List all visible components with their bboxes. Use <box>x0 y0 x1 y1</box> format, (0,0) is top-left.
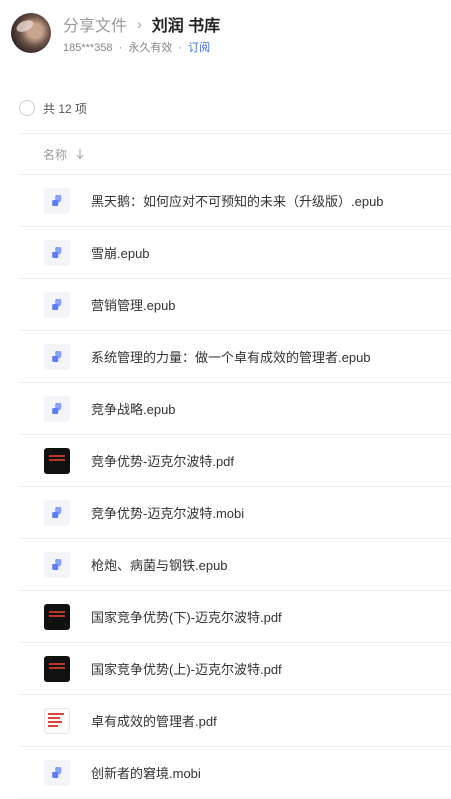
file-name[interactable]: 竞争优势-迈克尔波特.mobi <box>91 503 244 522</box>
file-row[interactable]: 枪炮、病菌与钢铁.epub <box>19 539 451 591</box>
cover-stripe <box>49 663 65 665</box>
page-title: 刘润 书库 <box>151 18 221 35</box>
file-name[interactable]: 国家竞争优势(上)-迈克尔波特.pdf <box>91 659 282 678</box>
file-name[interactable]: 雪崩.epub <box>91 243 150 262</box>
sort-arrow-down-icon <box>76 149 84 160</box>
cover-stripe <box>49 455 65 457</box>
cover-stripe <box>49 667 65 669</box>
owner-phone: 185***358 <box>63 42 113 54</box>
select-all-checkbox[interactable] <box>19 100 35 116</box>
file-link-icon <box>44 240 70 266</box>
file-row[interactable]: 雪崩.epub <box>19 227 451 279</box>
breadcrumb: 分享文件 › 刘润 书库 <box>63 13 220 35</box>
cover-text-line <box>48 725 58 727</box>
file-row[interactable]: 卓有成效的管理者.pdf <box>19 695 451 747</box>
file-name[interactable]: 系统管理的力量：做一个卓有成效的管理者.epub <box>91 347 371 366</box>
file-link-icon <box>44 188 70 214</box>
share-meta: 185***358 · 永久有效 · 订阅 <box>63 39 210 55</box>
cover-text-line <box>48 721 62 723</box>
file-link-icon <box>44 292 70 318</box>
cover-stripe <box>49 611 65 613</box>
file-row[interactable]: 国家竞争优势(下)-迈克尔波特.pdf <box>19 591 451 643</box>
divider <box>19 133 451 134</box>
file-row[interactable]: 国家竞争优势(上)-迈克尔波特.pdf <box>19 643 451 695</box>
file-name[interactable]: 枪炮、病菌与钢铁.epub <box>91 555 228 574</box>
file-name[interactable]: 国家竞争优势(下)-迈克尔波特.pdf <box>91 607 282 626</box>
avatar[interactable] <box>11 13 51 53</box>
cover-text-line <box>48 713 64 715</box>
column-name-label: 名称 <box>43 147 68 162</box>
file-row[interactable]: 竞争优势-迈克尔波特.pdf <box>19 435 451 487</box>
file-link-icon <box>44 396 70 422</box>
file-row[interactable]: 创新者的窘境.mobi <box>19 747 451 799</box>
file-name[interactable]: 营销管理.epub <box>91 295 176 314</box>
file-link-icon <box>44 344 70 370</box>
file-name[interactable]: 黑天鹅：如何应对不可预知的未来（升级版）.epub <box>91 191 384 210</box>
validity-label: 永久有效 <box>128 42 173 54</box>
select-all-row: 共 12 项 <box>19 98 87 118</box>
file-row[interactable]: 营销管理.epub <box>19 279 451 331</box>
subscribe-link[interactable]: 订阅 <box>188 42 210 54</box>
file-row[interactable]: 黑天鹅：如何应对不可预知的未来（升级版）.epub <box>19 175 451 227</box>
file-row[interactable]: 竞争优势-迈克尔波特.mobi <box>19 487 451 539</box>
breadcrumb-shared-files[interactable]: 分享文件 <box>63 12 127 36</box>
meta-separator: · <box>118 42 123 54</box>
share-header: 分享文件 › 刘润 书库 185***358 · 永久有效 · 订阅 <box>0 0 451 70</box>
file-row[interactable]: 系统管理的力量：做一个卓有成效的管理者.epub <box>19 331 451 383</box>
file-list: 黑天鹅：如何应对不可预知的未来（升级版）.epub 雪崩.epub 营销管理.epu… <box>19 175 451 799</box>
book-cover-thumbnail <box>44 656 70 682</box>
item-count: 共 12 项 <box>43 101 88 116</box>
cover-text-line <box>48 717 60 719</box>
file-link-icon <box>44 500 70 526</box>
file-name[interactable]: 竞争战略.epub <box>91 399 176 418</box>
file-row[interactable]: 竞争战略.epub <box>19 383 451 435</box>
file-link-icon <box>44 552 70 578</box>
cover-stripe <box>49 615 65 617</box>
meta-separator: · <box>178 42 183 54</box>
file-name[interactable]: 竞争优势-迈克尔波特.pdf <box>91 451 234 470</box>
file-link-icon <box>44 760 70 786</box>
cover-stripe <box>49 459 65 461</box>
book-cover-thumbnail <box>44 448 70 474</box>
file-name[interactable]: 创新者的窘境.mobi <box>91 763 201 782</box>
book-cover-thumbnail <box>44 708 70 734</box>
chevron-right-icon: › <box>137 16 142 32</box>
column-header-name[interactable]: 名称 <box>43 146 85 162</box>
book-cover-thumbnail <box>44 604 70 630</box>
file-name[interactable]: 卓有成效的管理者.pdf <box>91 711 217 730</box>
